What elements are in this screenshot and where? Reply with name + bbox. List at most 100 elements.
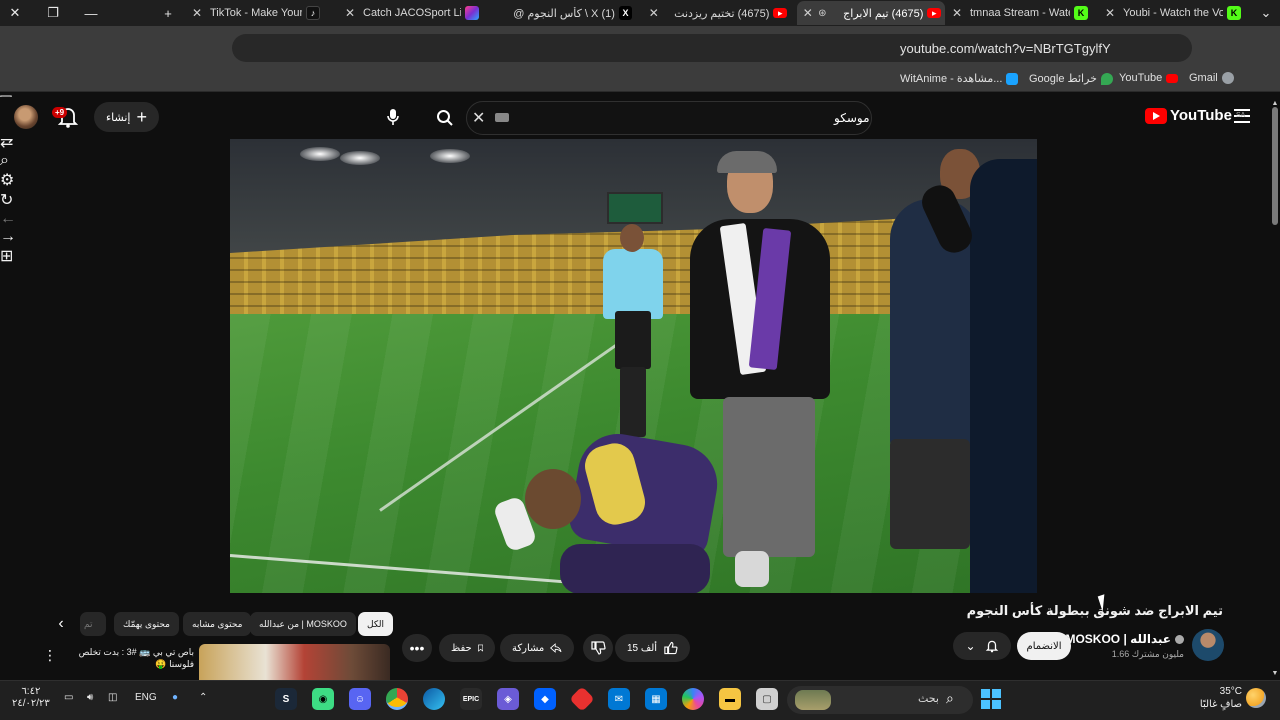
copilot-icon[interactable]	[682, 688, 704, 710]
volume-icon[interactable]: 🔊︎	[87, 692, 93, 703]
tab-kick-1[interactable]: ✕ tmnaa Stream - Wate K	[950, 1, 1096, 25]
tab-title: TikTok - Make Your D	[210, 7, 302, 19]
recommended-thumbnail[interactable]	[199, 644, 390, 680]
bookmark-witanime[interactable]: WitAnime - مشاهدة...	[900, 72, 1019, 85]
chip-all[interactable]: الكل	[358, 612, 394, 636]
app-green-icon[interactable]: ◉	[312, 688, 334, 710]
tab-youtube-active[interactable]: ✕ ⊛ (4675) تيم الابراج ▸	[797, 1, 945, 25]
youtube-logo[interactable]: YouTube SA	[1145, 107, 1245, 124]
recommendation-menu-icon[interactable]: ⋮	[43, 646, 57, 664]
kick-icon: K	[1227, 6, 1241, 20]
keyboard-icon[interactable]	[495, 113, 509, 122]
account-avatar[interactable]	[14, 105, 38, 129]
join-button[interactable]: الانضمام	[1017, 632, 1071, 660]
video-referee-head	[620, 224, 644, 252]
channel-name-text: MOSKOO | عبدالله	[1065, 632, 1171, 646]
tab-close-icon[interactable]: ✕	[1103, 6, 1117, 20]
search-button[interactable]	[426, 101, 464, 135]
bookmark-gmail[interactable]: Gmail	[1189, 72, 1234, 84]
wifi-icon[interactable]: ◫	[108, 692, 117, 703]
chip-for-you[interactable]: محتوى يهمّك	[114, 612, 179, 636]
channel-avatar[interactable]	[1192, 629, 1224, 661]
video-player-legs	[560, 544, 710, 593]
bookmark-google-maps[interactable]: Google خرائط	[1029, 72, 1113, 85]
tab-close-icon[interactable]: ✕	[343, 6, 357, 20]
youtube-logo-text: YouTube	[1170, 107, 1232, 124]
app-window-icon[interactable]: ▢	[756, 688, 778, 710]
clock-time: ٦:٤٢	[21, 686, 41, 697]
scrollbar-thumb[interactable]	[1272, 107, 1278, 225]
youtube-play-icon	[1145, 107, 1167, 124]
like-button[interactable]: 15 ألف	[615, 634, 690, 662]
start-button[interactable]	[980, 688, 1002, 710]
bookmark-label: WitAnime - مشاهدة...	[900, 73, 1003, 85]
url-text[interactable]: youtube.com/watch?v=NBrTGTgylfY	[900, 41, 1111, 56]
language-indicator[interactable]: ENG	[135, 692, 157, 703]
discord-icon[interactable]: ☺	[349, 688, 371, 710]
close-window-icon[interactable]: ✕	[4, 3, 26, 23]
tab-title: (4675) تختيم ريزدنت	[674, 7, 770, 20]
share-button[interactable]: مشاركة	[500, 634, 574, 662]
steam-icon[interactable]: S	[275, 688, 297, 710]
tab-close-icon[interactable]: ✕	[950, 6, 964, 20]
tab-x[interactable]: (1) X \ كأس النجوم @ X	[496, 1, 636, 25]
recommended-title[interactable]: باص تي بي 🚌 #3 : بدت تخلص فلوسنا 🤑	[79, 646, 194, 670]
dislike-button[interactable]	[583, 634, 613, 662]
search-query[interactable]: موسكو	[834, 111, 870, 125]
battery-icon[interactable]: ▭	[64, 692, 73, 703]
video-player[interactable]	[230, 139, 1037, 593]
store-icon[interactable]: ▦	[645, 688, 667, 710]
video-referee-shorts	[615, 311, 651, 369]
video-man-cap	[717, 151, 777, 173]
weather-widget[interactable]: 35°C صافٍ غالبًا	[1200, 685, 1242, 711]
chip-overflow[interactable]: تم	[80, 612, 106, 636]
save-button[interactable]: حفظ	[439, 634, 495, 662]
tab-tiktok[interactable]: ✕ TikTok - Make Your D ♪	[190, 1, 330, 25]
channel-name[interactable]: MOSKOO | عبدالله	[1065, 632, 1184, 646]
tiktok-icon: ♪	[306, 6, 320, 20]
globe-icon	[1221, 72, 1234, 84]
visual-studio-icon[interactable]: ◈	[497, 688, 519, 710]
jaco-icon	[465, 6, 479, 20]
show-hidden-icons-icon[interactable]: ⌃	[199, 692, 207, 703]
tab-close-icon[interactable]: ✕	[190, 6, 204, 20]
restore-window-icon[interactable]: ❐	[42, 3, 64, 23]
file-explorer-icon[interactable]: ▬	[719, 688, 741, 710]
dropbox-icon[interactable]: ◆	[534, 688, 556, 710]
tab-close-icon[interactable]: ✕	[801, 6, 815, 20]
media-audio-icon[interactable]: ⊛	[815, 8, 831, 19]
tab-title: tmnaa Stream - Wate	[970, 7, 1070, 19]
tab-search-icon[interactable]: ⌄	[1255, 3, 1277, 23]
voice-search-button[interactable]	[378, 102, 408, 132]
scroll-up-icon[interactable]: ▲	[1271, 99, 1279, 107]
video-cameraman	[970, 159, 1037, 593]
taskbar-clock[interactable]: ٦:٤٢ ٢٤/٠٢/٢٣	[12, 686, 50, 710]
chip-related[interactable]: محتوى مشابه	[183, 612, 252, 636]
tab-youtube-1[interactable]: ✕ (4675) تختيم ريزدنت ▸	[647, 1, 791, 25]
search-input[interactable]	[466, 101, 872, 135]
chip-from-channel[interactable]: من عبدالله | MOSKOO	[250, 612, 356, 636]
bookmark-youtube[interactable]: YouTube	[1119, 72, 1179, 84]
microphone-tray-icon[interactable]: ●	[172, 692, 178, 703]
edge-icon[interactable]	[423, 688, 445, 710]
minimize-window-icon[interactable]: —	[80, 3, 102, 23]
new-tab-icon[interactable]: +	[157, 3, 179, 23]
subscribed-bell-button[interactable]: ⌄	[953, 632, 1011, 660]
scroll-down-icon[interactable]: ▼	[1271, 669, 1279, 677]
thumbs-up-icon	[664, 641, 678, 655]
tab-close-icon[interactable]: ✕	[647, 6, 661, 20]
bell-icon	[985, 640, 998, 653]
tab-jacosport[interactable]: ✕ Catch JACOSport Live	[343, 1, 488, 25]
more-actions-button[interactable]: •••	[402, 634, 432, 662]
tab-title: Catch JACOSport Live	[363, 7, 461, 19]
outlook-icon[interactable]: ✉	[608, 688, 630, 710]
weather-sun-icon	[1246, 688, 1266, 708]
plus-icon: +	[136, 106, 147, 127]
clear-search-icon[interactable]: ✕	[472, 108, 485, 128]
epic-games-icon[interactable]: EPIC	[460, 688, 482, 710]
chevron-left-icon[interactable]: ‹	[52, 614, 70, 634]
chrome-icon[interactable]	[386, 688, 408, 710]
youtube-icon: ▸	[773, 8, 787, 18]
tab-kick-2[interactable]: ✕ Youbi - Watch the Vo K	[1103, 1, 1251, 25]
create-button[interactable]: إنشاء +	[94, 102, 159, 132]
